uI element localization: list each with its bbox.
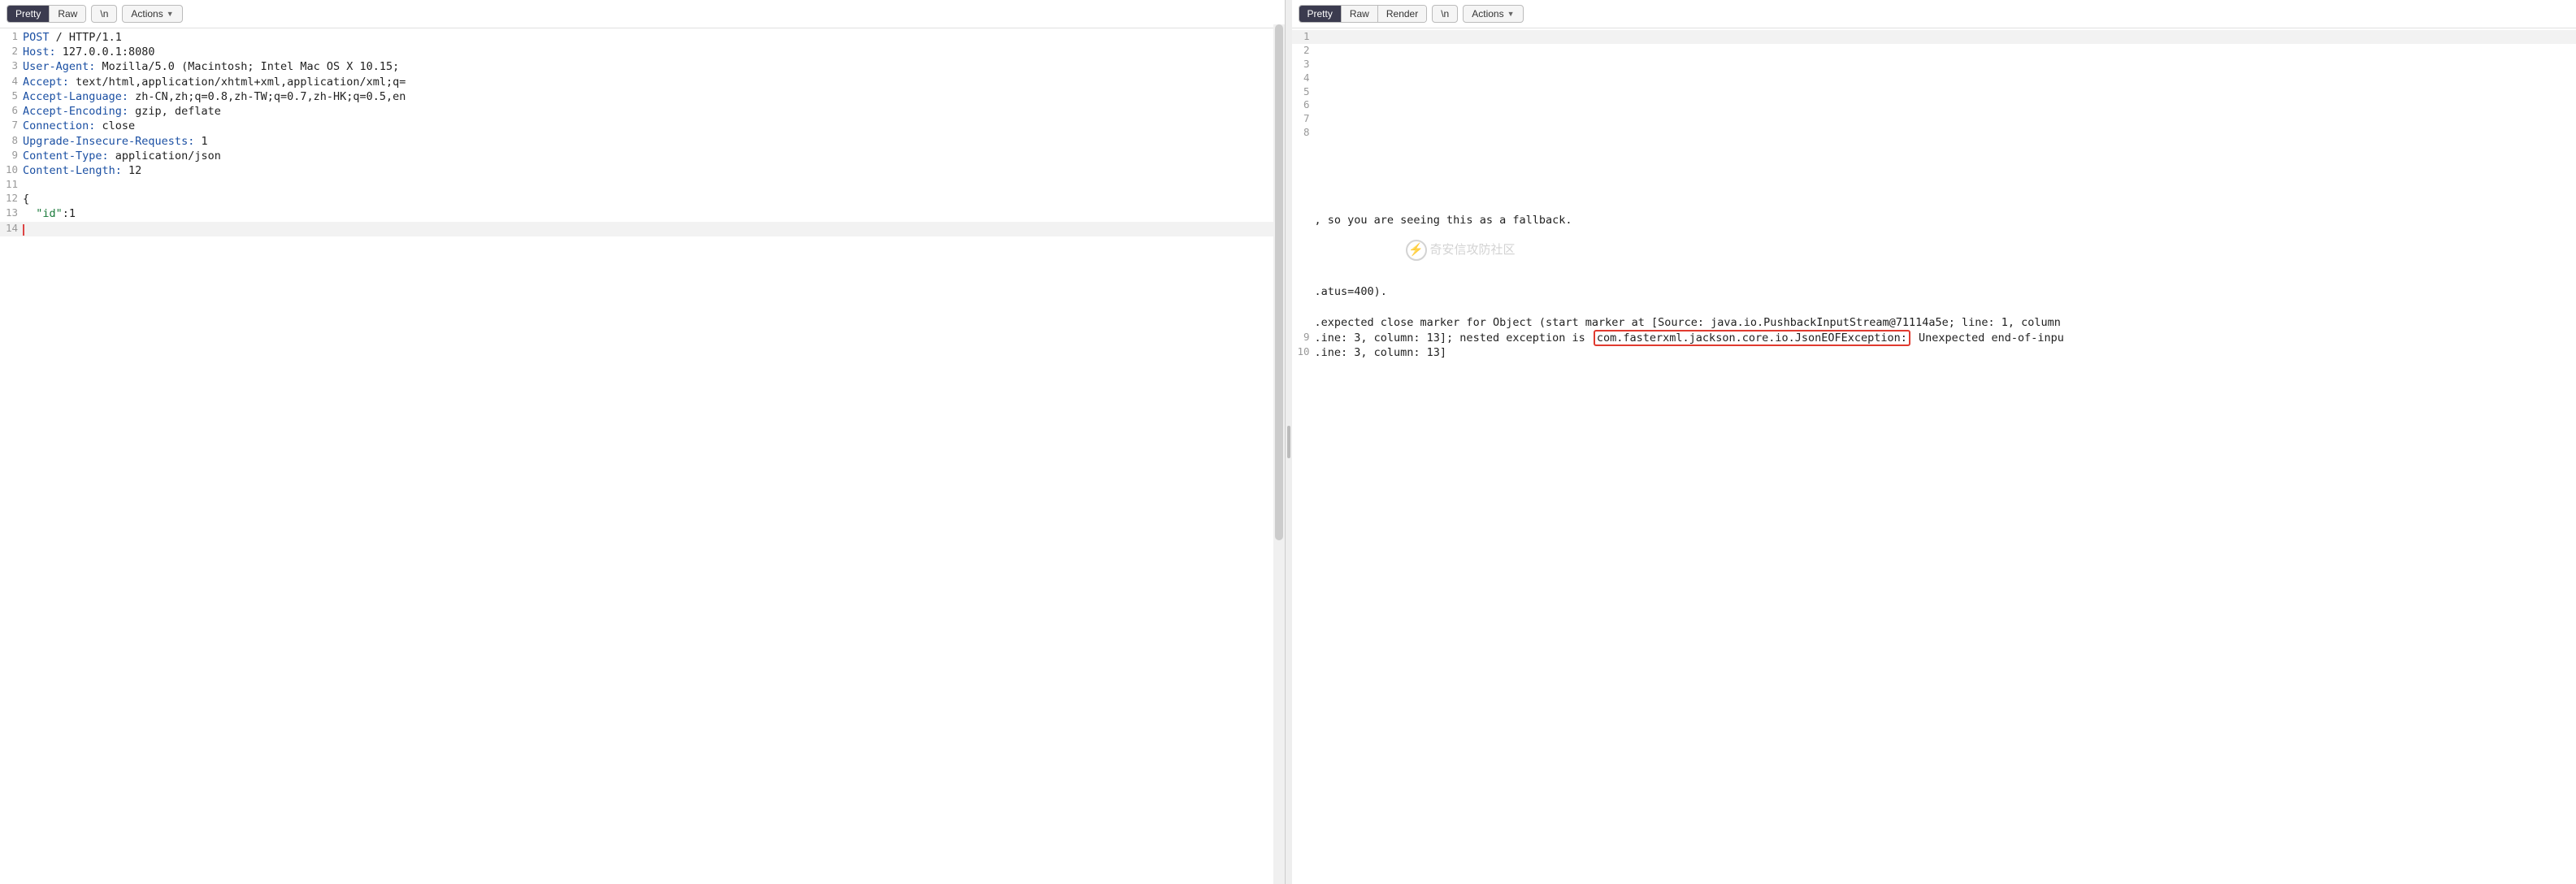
newline-toggle-button[interactable]: \n bbox=[1432, 5, 1458, 23]
response-fragment: .atus=400). bbox=[1292, 284, 2576, 299]
request-view-tabs: Pretty Raw bbox=[7, 5, 86, 23]
line-number: 8 bbox=[1292, 126, 1315, 140]
request-scrollbar[interactable] bbox=[1273, 24, 1285, 884]
response-editor[interactable]: 12345678 , so you are seeing this as a f… bbox=[1292, 28, 2576, 884]
line-content bbox=[23, 222, 1285, 236]
response-line: .expected close marker for Object (start… bbox=[1292, 315, 2576, 330]
editor-line[interactable]: 5 bbox=[1292, 85, 2576, 99]
line-content: Accept-Encoding: gzip, deflate bbox=[23, 104, 1285, 119]
line-number: 7 bbox=[0, 119, 23, 133]
line-content: Content-Type: application/json bbox=[23, 149, 1285, 163]
line-number: 14 bbox=[0, 222, 23, 236]
editor-line[interactable]: 5Accept-Language: zh-CN,zh;q=0.8,zh-TW;q… bbox=[0, 89, 1285, 104]
editor-line[interactable]: 11 bbox=[0, 178, 1285, 192]
line-content: Upgrade-Insecure-Requests: 1 bbox=[23, 134, 1285, 149]
line-content: "id":1 bbox=[23, 206, 1285, 221]
chevron-down-icon: ▼ bbox=[167, 10, 174, 18]
line-number: 4 bbox=[1292, 72, 1315, 85]
request-editor[interactable]: 1POST / HTTP/1.12Host: 127.0.0.1:80803Us… bbox=[0, 28, 1285, 884]
scrollbar-thumb[interactable] bbox=[1275, 24, 1283, 540]
exception-post: Unexpected end-of-inpu bbox=[1919, 332, 2064, 344]
request-pane: Pretty Raw \n Actions ▼ 1POST / HTTP/1.1… bbox=[0, 0, 1286, 884]
tab-raw[interactable]: Raw bbox=[50, 6, 85, 22]
editor-line[interactable]: 7 bbox=[1292, 112, 2576, 126]
response-line: 9 .ine: 3, column: 13]; nested exception… bbox=[1292, 331, 2576, 345]
actions-dropdown-button[interactable]: Actions ▼ bbox=[1463, 5, 1523, 23]
response-pane: Pretty Raw Render \n Actions ▼ 12345678 … bbox=[1292, 0, 2576, 884]
line-number: 4 bbox=[0, 75, 23, 89]
editor-line[interactable]: 4Accept: text/html,application/xhtml+xml… bbox=[0, 75, 1285, 89]
editor-line[interactable]: 2 bbox=[1292, 44, 2576, 58]
line-number: 8 bbox=[0, 134, 23, 149]
line-content: Content-Length: 12 bbox=[23, 163, 1285, 178]
tab-pretty[interactable]: Pretty bbox=[1299, 6, 1342, 22]
pane-divider[interactable] bbox=[1286, 0, 1292, 884]
line-number: 2 bbox=[0, 45, 23, 59]
actions-label: Actions bbox=[131, 8, 163, 20]
line-number: 10 bbox=[0, 163, 23, 178]
line-content: POST / HTTP/1.1 bbox=[23, 30, 1285, 45]
exception-highlight: com.fasterxml.jackson.core.io.JsonEOFExc… bbox=[1594, 330, 1910, 346]
response-toolbar: Pretty Raw Render \n Actions ▼ bbox=[1292, 0, 2576, 28]
line-number: 11 bbox=[0, 178, 23, 192]
newline-toggle-button[interactable]: \n bbox=[91, 5, 117, 23]
line-content: Host: 127.0.0.1:8080 bbox=[23, 45, 1285, 59]
line-number: 6 bbox=[1292, 98, 1315, 112]
line-content: Connection: close bbox=[23, 119, 1285, 133]
request-toolbar: Pretty Raw \n Actions ▼ bbox=[0, 0, 1285, 28]
editor-line[interactable]: 13 "id":1 bbox=[0, 206, 1285, 221]
line-number: 9 bbox=[0, 149, 23, 163]
line-content: Accept: text/html,application/xhtml+xml,… bbox=[23, 75, 1285, 89]
line-number: 1 bbox=[0, 30, 23, 45]
line-number: 5 bbox=[1292, 85, 1315, 99]
line-number: 13 bbox=[0, 206, 23, 221]
editor-line[interactable]: 3User-Agent: Mozilla/5.0 (Macintosh; Int… bbox=[0, 59, 1285, 74]
line-number: 3 bbox=[0, 59, 23, 74]
line-content bbox=[23, 178, 1285, 192]
exception-pre: .ine: 3, column: 13]; nested exception i… bbox=[1315, 332, 1585, 344]
response-line: 10 .ine: 3, column: 13] bbox=[1292, 345, 2576, 360]
editor-line[interactable]: 1 bbox=[1292, 30, 2576, 44]
editor-line[interactable]: 3 bbox=[1292, 58, 2576, 72]
editor-line[interactable]: 14 bbox=[0, 222, 1285, 236]
tab-render[interactable]: Render bbox=[1378, 6, 1426, 22]
actions-dropdown-button[interactable]: Actions ▼ bbox=[122, 5, 182, 23]
editor-line[interactable]: 12{ bbox=[0, 192, 1285, 206]
line-number: 7 bbox=[1292, 112, 1315, 126]
response-fragment: , so you are seeing this as a fallback. bbox=[1292, 213, 2576, 228]
editor-line[interactable]: 4 bbox=[1292, 72, 2576, 85]
line-content: Accept-Language: zh-CN,zh;q=0.8,zh-TW;q=… bbox=[23, 89, 1285, 104]
line-number: 3 bbox=[1292, 58, 1315, 72]
line-number: 12 bbox=[0, 192, 23, 206]
editor-line[interactable]: 10Content-Length: 12 bbox=[0, 163, 1285, 178]
line-content: { bbox=[23, 192, 1285, 206]
chevron-down-icon: ▼ bbox=[1507, 10, 1515, 18]
editor-line[interactable]: 9Content-Type: application/json bbox=[0, 149, 1285, 163]
editor-line[interactable]: 6Accept-Encoding: gzip, deflate bbox=[0, 104, 1285, 119]
editor-line[interactable]: 2Host: 127.0.0.1:8080 bbox=[0, 45, 1285, 59]
editor-line[interactable]: 8Upgrade-Insecure-Requests: 1 bbox=[0, 134, 1285, 149]
line-number: 2 bbox=[1292, 44, 1315, 58]
editor-line[interactable]: 1POST / HTTP/1.1 bbox=[0, 30, 1285, 45]
editor-line[interactable]: 8 bbox=[1292, 126, 2576, 140]
line-number: 1 bbox=[1292, 30, 1315, 44]
editor-line[interactable]: 6 bbox=[1292, 98, 2576, 112]
response-view-tabs: Pretty Raw Render bbox=[1299, 5, 1428, 23]
actions-label: Actions bbox=[1472, 8, 1503, 20]
tab-pretty[interactable]: Pretty bbox=[7, 6, 50, 22]
editor-line[interactable]: 7Connection: close bbox=[0, 119, 1285, 133]
line-number: 5 bbox=[0, 89, 23, 104]
tab-raw[interactable]: Raw bbox=[1342, 6, 1378, 22]
line-number: 6 bbox=[0, 104, 23, 119]
line-content: User-Agent: Mozilla/5.0 (Macintosh; Inte… bbox=[23, 59, 1285, 74]
